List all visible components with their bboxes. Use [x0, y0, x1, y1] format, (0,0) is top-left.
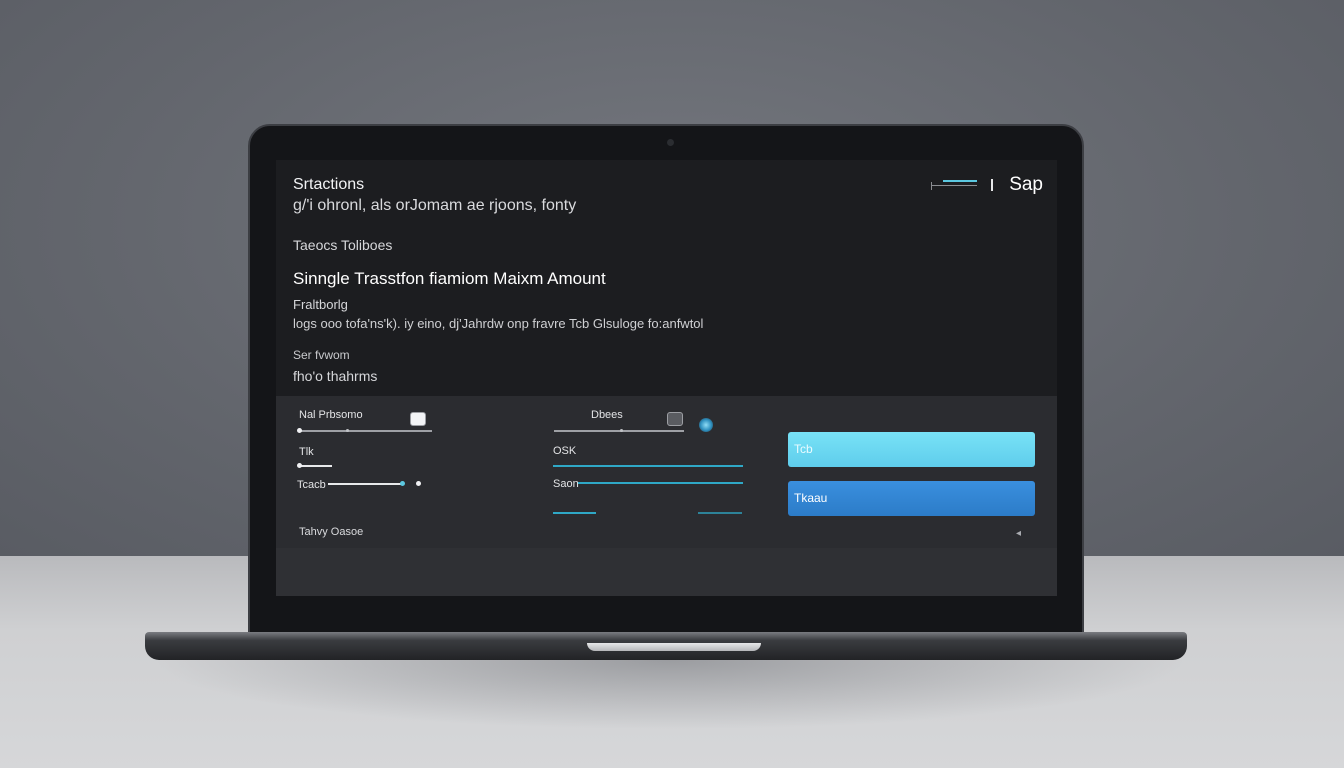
slider-2-fill — [299, 465, 332, 467]
slider-1-tick — [346, 429, 349, 432]
brand-divider — [991, 179, 994, 191]
field-description: logs ooo tofa'ns'k). iy eino, dj'Jahrdw … — [293, 316, 704, 331]
slider-7-end — [698, 512, 742, 514]
secondary-button[interactable]: Tkaau — [788, 481, 1035, 516]
app-title: Srtactions — [293, 176, 365, 193]
slider-3-knob[interactable] — [400, 481, 405, 486]
section-label: Taeocs Toliboes — [293, 237, 393, 253]
scene-background: Srtactions g/'i ohronl, als orJomam ae r… — [0, 0, 1344, 768]
menu-lines-icon[interactable] — [931, 178, 983, 192]
slider-3-end-dot — [416, 481, 421, 486]
checkbox-1[interactable] — [410, 412, 426, 426]
sub-label: Ser fvwom — [293, 348, 350, 362]
laptop-screen: Srtactions g/'i ohronl, als orJomam ae r… — [276, 160, 1057, 596]
slider-4-track[interactable] — [554, 430, 684, 432]
slider-5-track[interactable] — [553, 465, 743, 467]
slider-7-knob[interactable] — [699, 418, 713, 432]
slider-6-track[interactable] — [578, 482, 743, 484]
slider-5-label: OSK — [553, 445, 577, 457]
slider-7-fill[interactable] — [553, 512, 596, 514]
slider-6-label: Saon — [553, 478, 579, 490]
sub-value: fho'o thahrms — [293, 368, 378, 384]
slider-1-knob[interactable] — [297, 428, 302, 433]
slider-3-label: Tcacb — [297, 479, 326, 491]
slider-1-track[interactable] — [299, 430, 432, 432]
desk-reflection — [150, 660, 1190, 730]
brand-area: Sap — [931, 174, 1043, 196]
slider-2-label: Tlk — [299, 446, 314, 458]
cursor-icon: ◂ — [1016, 528, 1022, 539]
laptop-lid-notch — [587, 643, 761, 651]
slider-1-label: Nal Prbsomo — [299, 409, 363, 421]
slider-3-fill — [328, 483, 404, 485]
footer-text: Tahvy Oasoe — [299, 526, 364, 538]
section-heading: Sinngle Trasstfon fiamiom Maixm Amount — [293, 269, 606, 288]
primary-button[interactable]: Tcb — [788, 432, 1035, 467]
footer-panel — [276, 548, 1057, 596]
app-subtitle: g/'i ohronl, als orJomam ae rjoons, font… — [293, 197, 577, 214]
brand-name: Sap — [1009, 174, 1043, 195]
slider-4-label: Dbees — [591, 409, 623, 421]
webcam-icon — [667, 139, 674, 146]
slider-2-knob[interactable] — [297, 463, 302, 468]
slider-4-tick — [620, 429, 623, 432]
checkbox-2[interactable] — [667, 412, 683, 426]
field-label: Fraltborlg — [293, 297, 348, 312]
